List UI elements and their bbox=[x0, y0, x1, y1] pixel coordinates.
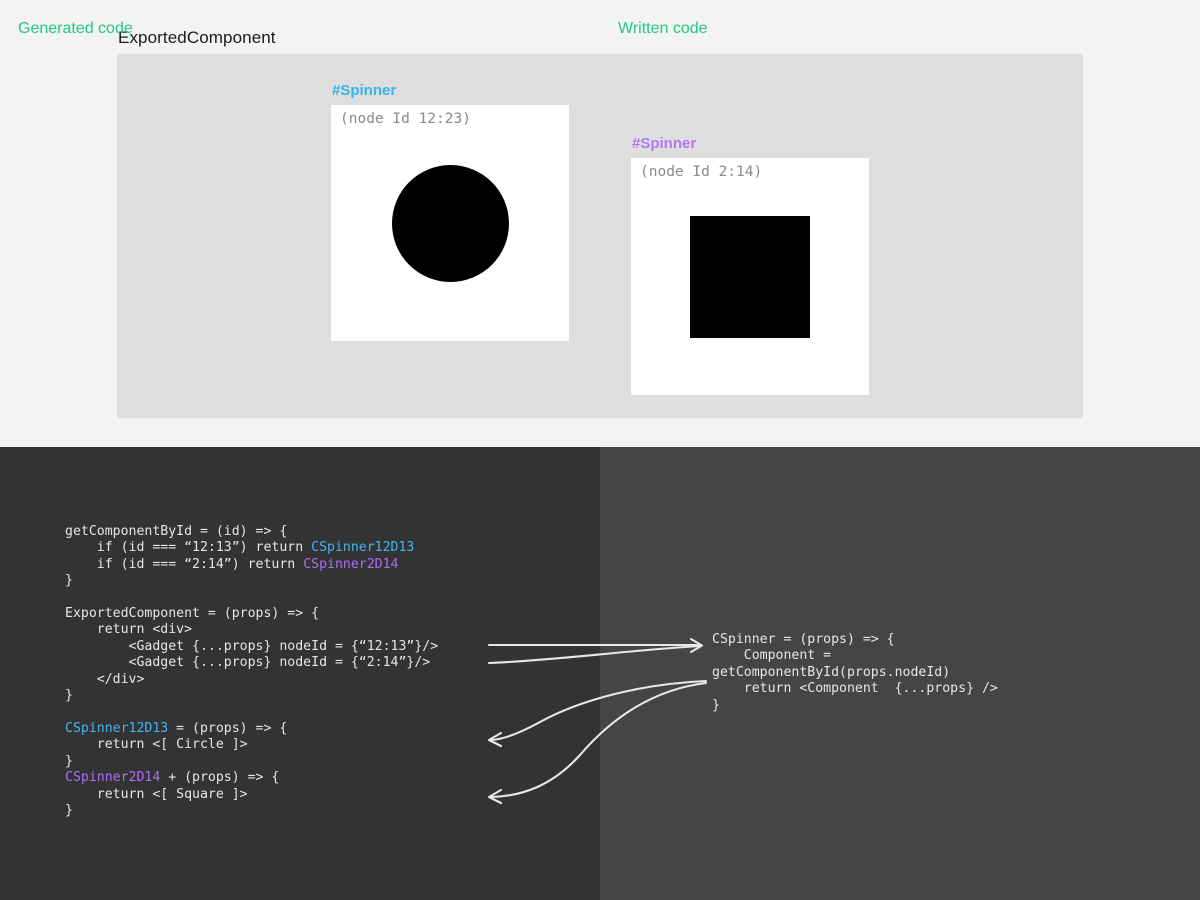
gen-line-14: } bbox=[65, 754, 73, 769]
gen-line-10: } bbox=[65, 688, 73, 703]
wr-line-4: } bbox=[712, 698, 720, 713]
preview-node-square[interactable]: #Spinner (node Id 2:14) bbox=[631, 158, 869, 395]
written-code-block[interactable]: CSpinner = (props) => { Component = getC… bbox=[712, 632, 998, 714]
preview-canvas: #Spinner (node Id 12:23) #Spinner (node … bbox=[117, 54, 1083, 418]
wr-line-0: CSpinner = (props) => { bbox=[712, 632, 895, 647]
gen-line-3: } bbox=[65, 573, 73, 588]
gen-line-13: return <[ Circle ]> bbox=[65, 737, 248, 752]
written-code-heading: Written code bbox=[618, 20, 708, 38]
gen-line-8: <Gadget {...props} nodeId = {“2:14”}/> bbox=[65, 655, 430, 670]
gen-line-17: } bbox=[65, 803, 73, 818]
generated-code-heading: Generated code bbox=[18, 20, 133, 38]
node-card-circle: (node Id 12:23) bbox=[331, 105, 569, 341]
node-label-circle: #Spinner bbox=[332, 82, 396, 99]
wr-line-3: return <Component {...props} /> bbox=[712, 681, 998, 696]
identifier-cspinner2d14-def: CSpinner2D14 bbox=[65, 770, 160, 785]
identifier-cspinner12d13-def: CSpinner12D13 bbox=[65, 721, 168, 736]
page-title: ExportedComponent bbox=[118, 28, 276, 48]
gen-line-5: ExportedComponent = (props) => { bbox=[65, 606, 319, 621]
gen-line-16: return <[ Square ]> bbox=[65, 787, 248, 802]
gen-line-15: + (props) => { bbox=[160, 770, 279, 785]
node-id-square: (node Id 2:14) bbox=[640, 164, 762, 180]
generated-code-block[interactable]: getComponentById = (id) => { if (id === … bbox=[65, 524, 438, 819]
wr-line-2: getComponentById(props.nodeId) bbox=[712, 665, 950, 680]
node-card-square: (node Id 2:14) bbox=[631, 158, 869, 395]
gen-line-6: return <div> bbox=[65, 622, 192, 637]
gen-line-0: getComponentById = (id) => { bbox=[65, 524, 287, 539]
gen-line-1: if (id === “12:13”) return bbox=[65, 540, 311, 555]
identifier-cspinner2d14-ref: CSpinner2D14 bbox=[303, 557, 398, 572]
identifier-cspinner12d13-ref: CSpinner12D13 bbox=[311, 540, 414, 555]
gen-line-9: </div> bbox=[65, 672, 144, 687]
gen-line-12: = (props) => { bbox=[168, 721, 287, 736]
node-id-circle: (node Id 12:23) bbox=[340, 111, 471, 127]
gen-line-2: if (id === “2:14”) return bbox=[65, 557, 303, 572]
wr-line-1: Component = bbox=[712, 648, 831, 663]
circle-shape bbox=[392, 165, 509, 282]
screenshot-root: ExportedComponent #Spinner (node Id 12:2… bbox=[0, 0, 1200, 900]
preview-node-circle[interactable]: #Spinner (node Id 12:23) bbox=[331, 105, 569, 341]
node-label-square: #Spinner bbox=[632, 135, 696, 152]
square-shape bbox=[690, 216, 810, 338]
gen-line-7: <Gadget {...props} nodeId = {“12:13”}/> bbox=[65, 639, 438, 654]
